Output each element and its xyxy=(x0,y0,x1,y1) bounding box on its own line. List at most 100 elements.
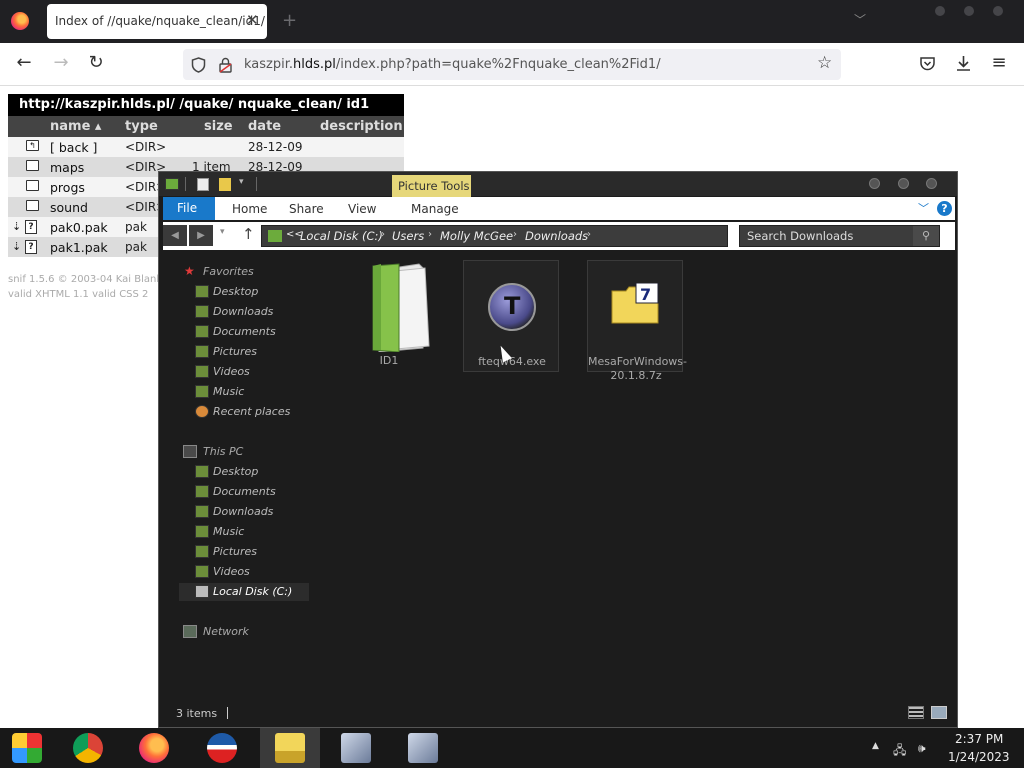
nav-thispc-desktop[interactable]: Desktop xyxy=(179,463,309,481)
breadcrumb-separator-icon[interactable]: › xyxy=(513,229,517,240)
up-arrow-icon[interactable]: ↑ xyxy=(242,225,255,243)
download-arrow-icon[interactable]: ⇣ xyxy=(12,240,21,253)
clock-date[interactable]: 1/24/2023 xyxy=(948,750,1010,764)
nav-network[interactable]: Network xyxy=(179,623,309,641)
close-window-button[interactable] xyxy=(993,6,1003,16)
lock-icon[interactable] xyxy=(219,57,232,73)
breadcrumb-item[interactable]: Molly McGee xyxy=(440,229,513,243)
taskbar-chrome[interactable] xyxy=(58,728,118,768)
taskbar-installer-2[interactable] xyxy=(393,728,453,768)
nav-thispc-videos[interactable]: Videos xyxy=(179,563,309,581)
column-size-header[interactable]: size xyxy=(204,119,233,134)
list-all-tabs-chevron-icon[interactable]: ﹀ xyxy=(854,11,866,28)
explorer-title-bar[interactable]: ▾ Picture Tools xyxy=(159,172,957,200)
nav-favorites-recent-places[interactable]: Recent places xyxy=(179,403,309,421)
breadcrumb-separator-icon[interactable]: › xyxy=(381,229,385,240)
breadcrumb-item[interactable]: Downloads xyxy=(525,229,588,243)
tab-manage[interactable]: Manage xyxy=(411,202,459,216)
listing-row-name[interactable]: [ back ] xyxy=(50,140,97,155)
nav-favorites-downloads[interactable]: Downloads xyxy=(179,303,309,321)
back-arrow-icon[interactable]: ◀ xyxy=(163,225,187,246)
tab-file[interactable]: File xyxy=(163,197,215,220)
7z-archive-icon: 7 xyxy=(611,283,659,324)
unknown-file-icon: ? xyxy=(25,240,37,254)
browser-tab-active[interactable]: Index of //quake/nquake_clean/id1/ ✕ xyxy=(47,4,267,39)
listing-row-name[interactable]: pak0.pak xyxy=(50,220,108,235)
tab-view[interactable]: View xyxy=(348,202,376,216)
url-bar[interactable]: kaszpir.hlds.pl/index.php?path=quake%2Fn… xyxy=(183,49,841,80)
maximize-window-button[interactable] xyxy=(964,6,974,16)
listing-row-name[interactable]: sound xyxy=(50,200,88,215)
ribbon-tab-bar: File Home Share View Manage ﹀ ? xyxy=(163,197,955,220)
search-icon[interactable]: ⚲ xyxy=(913,226,939,246)
clock-time[interactable]: 2:37 PM xyxy=(955,732,1003,746)
new-tab-button[interactable]: + xyxy=(282,10,297,31)
nav-favorites-pictures[interactable]: Pictures xyxy=(179,343,309,361)
nav-thispc-documents[interactable]: Documents xyxy=(179,483,309,501)
listing-row[interactable]: ↰ [ back ] <DIR> 28-12-09 xyxy=(8,137,404,157)
listing-footer-validation[interactable]: valid XHTML 1.1 valid CSS 2 xyxy=(8,289,148,300)
nav-this-pc[interactable]: This PC xyxy=(179,443,309,461)
nav-thispc-local-disk[interactable]: Local Disk (C:) xyxy=(179,583,309,601)
search-input[interactable] xyxy=(740,226,912,246)
firefox-icon[interactable] xyxy=(11,12,29,30)
tab-home[interactable]: Home xyxy=(232,202,267,216)
breadcrumb-separator-icon[interactable]: › xyxy=(587,229,591,240)
nav-favorites-documents[interactable]: Documents xyxy=(179,323,309,341)
nav-thispc-downloads[interactable]: Downloads xyxy=(179,503,309,521)
search-box[interactable]: ⚲ xyxy=(739,225,940,247)
tab-share[interactable]: Share xyxy=(289,202,324,216)
listing-row-name[interactable]: pak1.pak xyxy=(50,240,108,255)
download-arrow-icon[interactable]: ⇣ xyxy=(12,220,21,233)
listing-row-name[interactable]: progs xyxy=(50,180,85,195)
new-folder-icon[interactable] xyxy=(219,178,231,191)
nav-favorites-music[interactable]: Music xyxy=(179,383,309,401)
breadcrumb-separator-icon[interactable]: › xyxy=(428,229,432,240)
help-icon[interactable]: ? xyxy=(937,201,952,216)
pocket-icon[interactable] xyxy=(919,55,936,72)
maximize-button[interactable] xyxy=(898,178,909,189)
column-type-header[interactable]: type xyxy=(125,119,158,134)
forward-arrow-icon[interactable]: ▶ xyxy=(189,225,213,246)
close-button[interactable] xyxy=(926,178,937,189)
network-icon[interactable]: 🖧 xyxy=(893,741,906,762)
column-date-header[interactable]: date xyxy=(248,119,281,134)
taskbar-start-button[interactable] xyxy=(0,728,60,768)
shield-icon[interactable] xyxy=(191,57,206,73)
listing-row-name[interactable]: maps xyxy=(50,160,84,175)
listing-footer-credit[interactable]: snif 1.5.6 © 2003-04 Kai Blanke xyxy=(8,274,168,285)
volume-icon[interactable]: 🕪 xyxy=(918,741,926,756)
forward-arrow-icon[interactable]: → xyxy=(49,52,73,73)
expand-ribbon-chevron-icon[interactable]: ﹀ xyxy=(918,200,929,216)
nav-favorites-desktop[interactable]: Desktop xyxy=(179,283,309,301)
recent-locations-chevron-icon[interactable]: ▾ xyxy=(220,227,225,237)
close-tab-icon[interactable]: ✕ xyxy=(246,11,259,29)
address-bar[interactable]: << Local Disk (C:) › Users › Molly McGee… xyxy=(261,225,825,247)
menu-hamburger-icon[interactable]: ≡ xyxy=(987,52,1011,73)
file-item-mesa-archive[interactable]: 7 MesaForWindows-20.1.8.7z xyxy=(587,260,687,382)
taskbar-firefox[interactable] xyxy=(124,728,184,768)
customize-quick-access-chevron-icon[interactable]: ▾ xyxy=(239,177,244,187)
breadcrumb-item[interactable]: Users xyxy=(392,229,424,243)
column-description-header[interactable]: description xyxy=(320,119,403,134)
downloads-icon[interactable] xyxy=(955,54,972,72)
nav-favorites-videos[interactable]: Videos xyxy=(179,363,309,381)
back-arrow-icon[interactable]: ← xyxy=(12,52,36,73)
properties-icon[interactable] xyxy=(197,178,209,191)
minimize-window-button[interactable] xyxy=(935,6,945,16)
minimize-button[interactable] xyxy=(869,178,880,189)
nav-thispc-music[interactable]: Music xyxy=(179,523,309,541)
reload-icon[interactable]: ↻ xyxy=(84,52,108,73)
nav-thispc-pictures[interactable]: Pictures xyxy=(179,543,309,561)
bookmark-star-icon[interactable]: ☆ xyxy=(817,53,832,73)
taskbar-file-explorer[interactable] xyxy=(260,728,320,768)
large-icons-view-icon[interactable] xyxy=(931,706,947,719)
taskbar-installer-1[interactable] xyxy=(326,728,386,768)
details-view-icon[interactable] xyxy=(908,706,924,719)
nav-favorites[interactable]: ★ Favorites xyxy=(179,263,309,281)
show-hidden-icons-chevron-icon[interactable]: ▲ xyxy=(872,741,879,751)
taskbar-app-4[interactable] xyxy=(192,728,252,768)
breadcrumb-item[interactable]: Local Disk (C:) xyxy=(300,229,383,243)
column-name-header[interactable]: name ▴ xyxy=(50,119,101,134)
file-item-id1[interactable]: ID1 xyxy=(341,260,437,372)
